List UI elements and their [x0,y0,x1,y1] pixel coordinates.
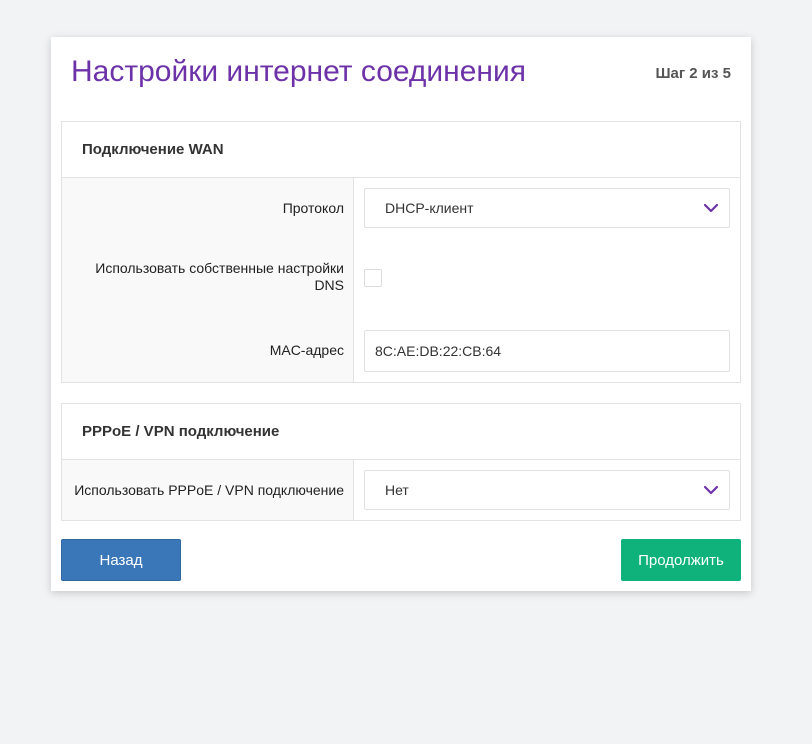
step-indicator: Шаг 2 из 5 [655,65,731,82]
mac-address-label: MAC-адрес [269,342,344,358]
wan-section-header: Подключение WAN [62,122,740,178]
pppoe-rows: Использовать PPPoE / VPN подключение Нет [62,460,740,520]
protocol-select[interactable]: DHCP-клиент [364,188,730,228]
back-button[interactable]: Назад [61,539,181,581]
mac-address-input[interactable] [364,330,730,372]
pppoe-section-title: PPPoE / VPN подключение [82,423,280,440]
continue-button[interactable]: Продолжить [621,539,741,581]
wan-section: Подключение WAN Протокол DHCP-клиент Исп… [61,121,741,383]
wizard-card: Настройки интернет соединения Шаг 2 из 5… [51,37,751,591]
protocol-row: Протокол DHCP-клиент [62,178,740,238]
pppoe-use-label: Использовать PPPoE / VPN подключение [74,482,344,498]
wan-rows: Протокол DHCP-клиент Использовать собств… [62,178,740,382]
custom-dns-label-line1: Использовать собственные настройки [95,260,344,276]
custom-dns-label: Использовать собственные настройки DNS [62,260,344,294]
page-title: Настройки интернет соединения [71,55,526,88]
pppoe-use-select[interactable]: Нет [364,470,730,510]
custom-dns-label-line2: DNS [314,277,344,293]
pppoe-use-row: Использовать PPPoE / VPN подключение Нет [62,460,740,520]
pppoe-section-header: PPPoE / VPN подключение [62,404,740,460]
pppoe-section: PPPoE / VPN подключение Использовать PPP… [61,403,741,521]
protocol-label: Протокол [282,200,344,216]
protocol-select-value: DHCP-клиент [385,200,474,216]
wan-section-title: Подключение WAN [82,141,224,158]
chevron-down-icon [703,203,719,213]
pppoe-use-select-value: Нет [385,482,409,498]
mac-address-row: MAC-адрес [62,320,740,382]
wizard-header: Настройки интернет соединения Шаг 2 из 5 [51,37,751,121]
custom-dns-row: Использовать собственные настройки DNS [62,238,740,320]
chevron-down-icon [703,485,719,495]
custom-dns-checkbox[interactable] [364,269,382,287]
